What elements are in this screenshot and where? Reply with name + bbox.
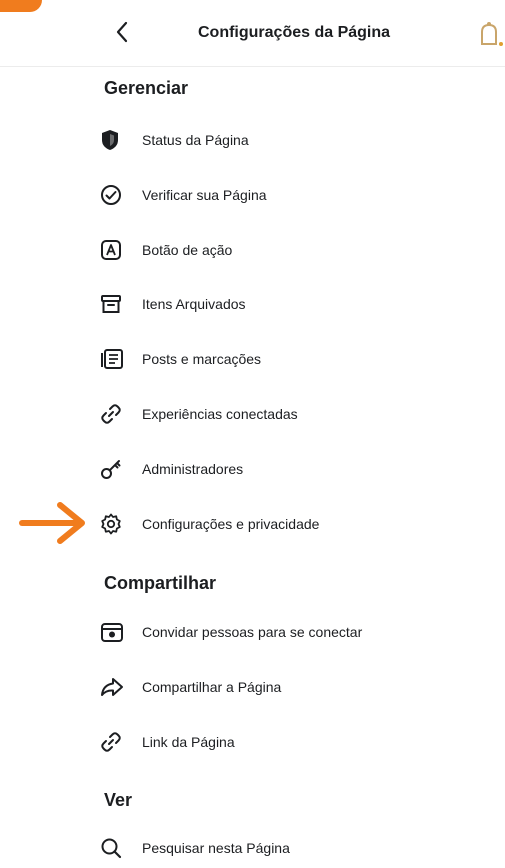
link-icon bbox=[96, 394, 132, 434]
menu-item-compartilhar-pagina[interactable]: Compartilhar a Página bbox=[96, 667, 496, 707]
menu-item-pesquisar-pagina[interactable]: Pesquisar nesta Página bbox=[96, 828, 496, 868]
page-header: Configurações da Página bbox=[0, 0, 505, 67]
menu-item-label: Itens Arquivados bbox=[142, 296, 246, 312]
menu-item-experiencias-conectadas[interactable]: Experiências conectadas bbox=[96, 394, 496, 434]
menu-item-itens-arquivados[interactable]: Itens Arquivados bbox=[96, 284, 496, 324]
menu-item-label: Pesquisar nesta Página bbox=[142, 840, 290, 856]
gear-icon bbox=[96, 504, 132, 544]
posts-tags-icon bbox=[96, 339, 132, 379]
verified-check-icon bbox=[96, 175, 132, 215]
menu-item-posts-e-marcacoes[interactable]: Posts e marcações bbox=[96, 339, 496, 379]
menu-item-verificar-pagina[interactable]: Verificar sua Página bbox=[96, 175, 496, 215]
link-icon bbox=[96, 722, 132, 762]
back-button[interactable] bbox=[110, 18, 134, 46]
menu-item-label: Administradores bbox=[142, 461, 244, 477]
menu-item-label: Compartilhar a Página bbox=[142, 679, 282, 695]
menu-item-link-da-pagina[interactable]: Link da Página bbox=[96, 722, 496, 762]
share-icon bbox=[96, 667, 132, 707]
section-title-gerenciar: Gerenciar bbox=[104, 78, 189, 98]
action-button-icon bbox=[96, 230, 132, 270]
section-title-ver: Ver bbox=[104, 790, 133, 810]
menu-item-label: Botão de ação bbox=[142, 242, 233, 258]
menu-item-label: Convidar pessoas para se conectar bbox=[142, 624, 363, 640]
invite-icon bbox=[96, 612, 132, 652]
search-icon bbox=[96, 828, 132, 868]
menu-item-label: Experiências conectadas bbox=[142, 406, 298, 422]
menu-item-convidar-pessoas[interactable]: Convidar pessoas para se conectar bbox=[96, 612, 496, 652]
section-title-compartilhar: Compartilhar bbox=[104, 573, 217, 593]
menu-item-label: Link da Página bbox=[142, 734, 235, 750]
menu-item-label: Verificar sua Página bbox=[142, 187, 267, 203]
menu-item-botao-de-acao[interactable]: Botão de ação bbox=[96, 230, 496, 270]
notification-icon[interactable] bbox=[478, 20, 505, 48]
shield-icon bbox=[96, 120, 132, 160]
menu-item-configuracoes-e-privacidade[interactable]: Configurações e privacidade bbox=[96, 504, 496, 544]
key-icon bbox=[96, 449, 132, 489]
page-title: Configurações da Página bbox=[198, 24, 391, 41]
menu-item-label: Status da Página bbox=[142, 132, 249, 148]
menu-item-status-da-pagina[interactable]: Status da Página bbox=[96, 120, 496, 160]
orange-arrow-icon bbox=[18, 500, 90, 546]
menu-item-administradores[interactable]: Administradores bbox=[96, 449, 496, 489]
chevron-left-icon bbox=[115, 21, 129, 43]
menu-item-label: Posts e marcações bbox=[142, 351, 262, 367]
menu-item-label: Configurações e privacidade bbox=[142, 516, 320, 532]
archive-icon bbox=[96, 284, 132, 324]
